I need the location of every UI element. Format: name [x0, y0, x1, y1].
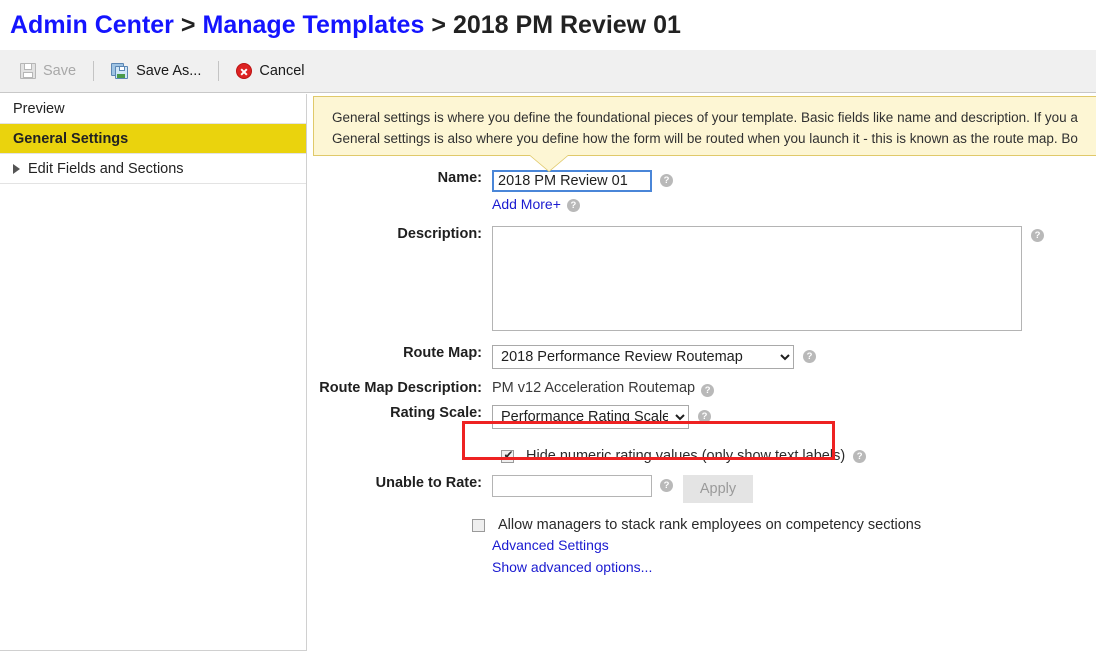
route-map-description-value: PM v12 Acceleration Routemap — [492, 380, 696, 396]
stack-rank-row: Allow managers to stack rank employees o… — [0, 513, 1096, 537]
route-map-description-label: Route Map Description: — [319, 380, 482, 396]
breadcrumb: Admin Center > Manage Templates > 2018 P… — [0, 0, 1096, 50]
breadcrumb-manage-templates[interactable]: Manage Templates — [203, 11, 425, 40]
info-banner-pointer — [530, 155, 568, 171]
sidebar-item-label: General Settings — [13, 130, 129, 147]
unable-to-rate-help-icon[interactable]: ? — [660, 479, 673, 492]
rating-scale-select[interactable]: Performance Rating Scale — [492, 405, 689, 429]
add-more-row: Add More+ ? — [0, 196, 1096, 220]
rating-scale-label: Rating Scale: — [390, 405, 482, 421]
add-more-link[interactable]: Add More+ — [492, 196, 561, 212]
info-banner-line-2: General settings is also where you defin… — [332, 131, 1078, 146]
advanced-settings-link[interactable]: Advanced Settings — [492, 537, 609, 553]
page-title: 2018 PM Review 01 — [452, 10, 681, 39]
toolbar-divider-1 — [93, 61, 95, 81]
add-more-help-icon[interactable]: ? — [566, 199, 580, 212]
name-row: Name: ? — [0, 170, 1096, 196]
advanced-settings-row: Advanced Settings — [0, 537, 1096, 559]
route-map-description-row: Route Map Description: PM v12 Accelerati… — [0, 380, 1096, 402]
name-input[interactable] — [492, 170, 652, 192]
general-settings-form: Name: ? Add More+ ? Description: ? Route… — [0, 170, 1096, 581]
name-label: Name: — [437, 170, 482, 186]
sidebar-item-preview[interactable]: Preview — [0, 94, 306, 124]
rating-scale-row: Rating Scale: Performance Rating Scale ? — [0, 405, 1096, 433]
description-help-icon[interactable]: ? — [1031, 229, 1044, 242]
route-map-label: Route Map: — [403, 345, 482, 361]
apply-button: Apply — [683, 475, 753, 503]
unable-to-rate-row: Unable to Rate: ? Apply — [0, 475, 1096, 505]
breadcrumb-separator-2: > — [431, 10, 446, 39]
route-map-select[interactable]: 2018 Performance Review Routemap — [492, 345, 794, 369]
info-banner: General settings is where you define the… — [313, 96, 1096, 156]
save-as-button-label: Save As... — [136, 63, 202, 79]
save-button: Save — [14, 60, 82, 82]
info-banner-line-1: General settings is where you define the… — [332, 110, 1078, 125]
name-help-icon[interactable]: ? — [660, 174, 673, 187]
show-advanced-options-link[interactable]: Show advanced options... — [492, 559, 652, 575]
copy-floppy-icon — [111, 63, 129, 79]
hide-numeric-row: Hide numeric rating values (only show te… — [0, 443, 1096, 469]
description-row: Description: ? — [0, 226, 1096, 331]
hide-numeric-checkbox[interactable] — [501, 448, 515, 463]
save-as-button[interactable]: Save As... — [105, 60, 207, 82]
cancel-button[interactable]: Cancel — [230, 60, 310, 82]
floppy-disk-icon — [20, 63, 36, 79]
breadcrumb-separator-1: > — [180, 10, 196, 39]
cancel-x-circle-icon — [236, 63, 253, 79]
show-advanced-options-row: Show advanced options... — [0, 559, 1096, 581]
route-map-help-icon[interactable]: ? — [803, 350, 816, 363]
breadcrumb-admin-center[interactable]: Admin Center — [10, 11, 174, 40]
hide-numeric-help-icon[interactable]: ? — [853, 449, 867, 463]
hide-numeric-label: Hide numeric rating values (only show te… — [526, 448, 846, 464]
sidebar-item-general-settings[interactable]: General Settings — [0, 124, 306, 154]
unable-to-rate-input[interactable] — [492, 475, 652, 497]
route-map-description-help-icon[interactable]: ? — [701, 384, 715, 397]
toolbar: Save Save As... Cancel — [0, 50, 1096, 93]
toolbar-divider-2 — [218, 61, 220, 81]
unable-to-rate-label: Unable to Rate: — [375, 475, 482, 491]
sidebar-item-label: Preview — [13, 100, 65, 117]
description-textarea[interactable] — [492, 226, 1022, 331]
rating-scale-help-icon[interactable]: ? — [698, 410, 711, 423]
stack-rank-checkbox[interactable] — [472, 518, 485, 532]
route-map-row: Route Map: 2018 Performance Review Route… — [0, 345, 1096, 373]
stack-rank-label: Allow managers to stack rank employees o… — [498, 517, 922, 533]
description-label: Description: — [397, 226, 482, 242]
save-button-label: Save — [43, 63, 77, 79]
cancel-button-label: Cancel — [259, 63, 305, 79]
